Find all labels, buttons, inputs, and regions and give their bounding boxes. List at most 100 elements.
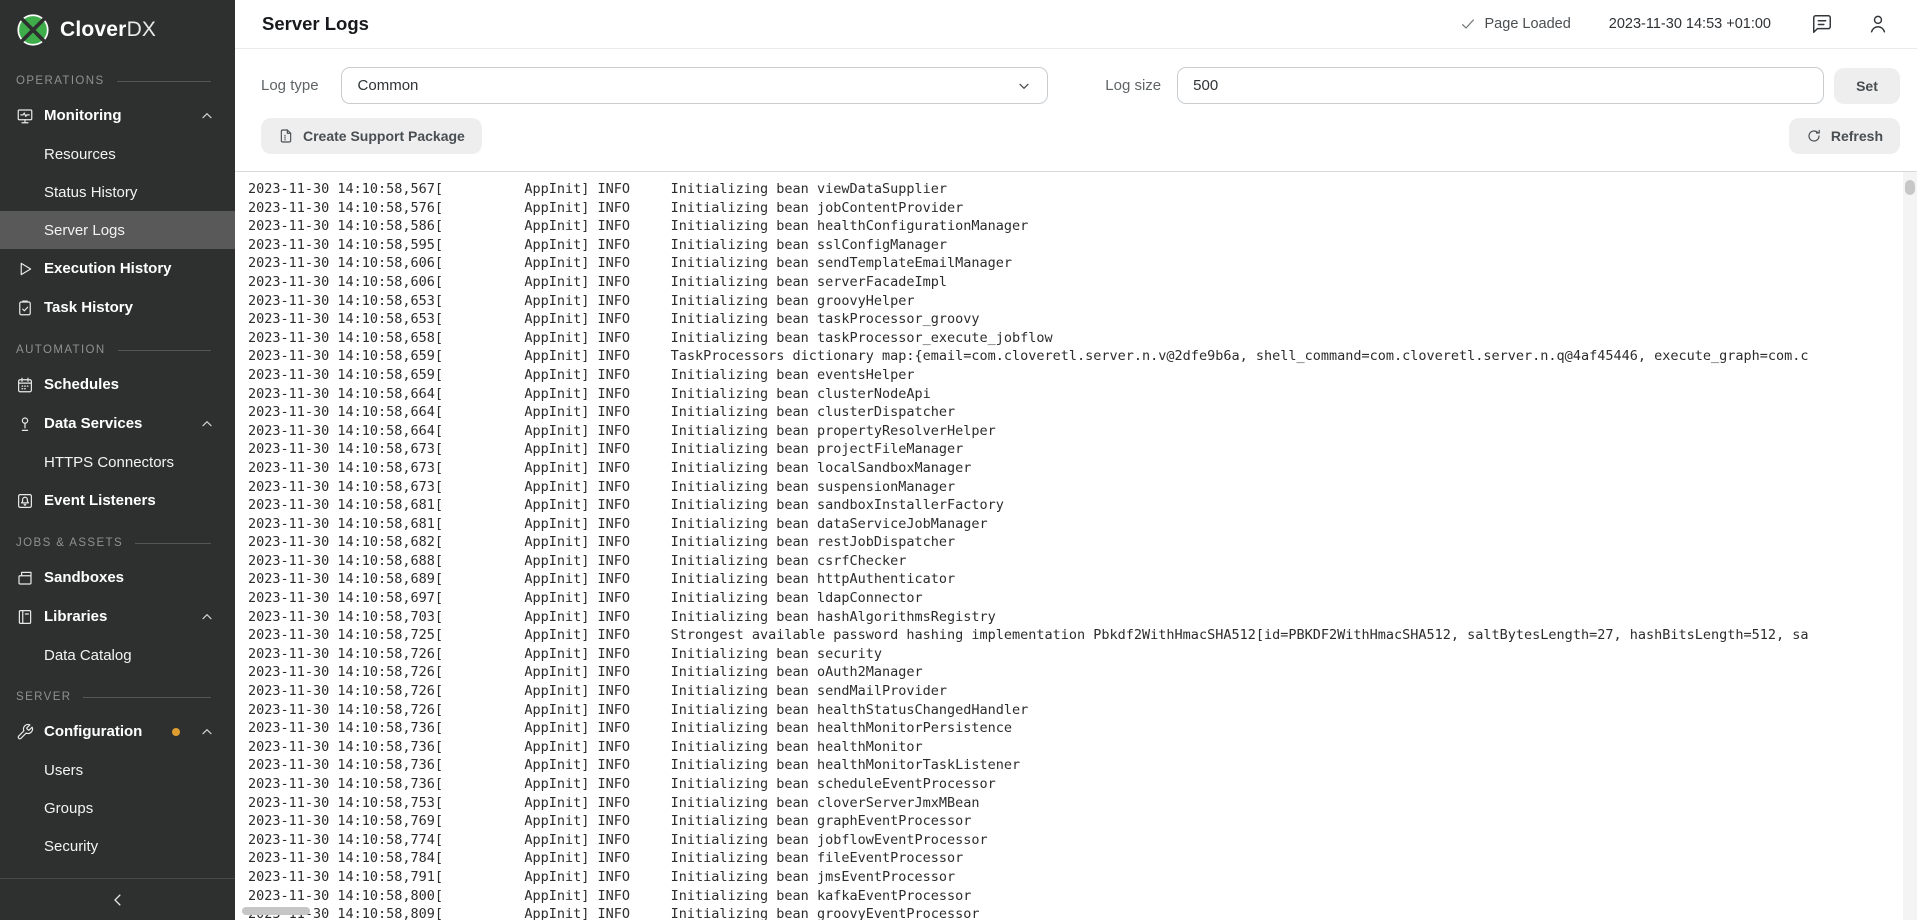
- log-line: 2023-11-30 14:10:58,736[ AppInit] INFO I…: [248, 775, 1903, 794]
- sidebar-item-sandboxes[interactable]: Sandboxes: [0, 558, 235, 597]
- sidebar-item-data-catalog[interactable]: Data Catalog: [0, 636, 235, 674]
- set-button[interactable]: Set: [1834, 68, 1900, 104]
- refresh-button[interactable]: Refresh: [1789, 118, 1900, 154]
- log-line: 2023-11-30 14:10:58,673[ AppInit] INFO I…: [248, 459, 1903, 478]
- refresh-label: Refresh: [1831, 128, 1883, 144]
- log-line: 2023-11-30 14:10:58,688[ AppInit] INFO I…: [248, 552, 1903, 571]
- section-label-jobs-assets: JOBS & ASSETS: [0, 531, 235, 555]
- create-support-package-label: Create Support Package: [303, 128, 465, 144]
- open-box-icon: [16, 569, 34, 587]
- page-title: Server Logs: [262, 13, 369, 35]
- log-viewer: 2023-11-30 14:10:58,567[ AppInit] INFO I…: [235, 172, 1917, 920]
- sidebar-item-groups[interactable]: Groups: [0, 789, 235, 827]
- sidebar-item-label: Groups: [44, 800, 93, 817]
- log-line: 2023-11-30 14:10:58,769[ AppInit] INFO I…: [248, 812, 1903, 831]
- sidebar-item-security[interactable]: Security: [0, 827, 235, 865]
- sidebar-item-libraries[interactable]: Libraries: [0, 597, 235, 636]
- check-icon: [1460, 16, 1476, 32]
- log-line: 2023-11-30 14:10:58,726[ AppInit] INFO I…: [248, 682, 1903, 701]
- log-line: 2023-11-30 14:10:58,595[ AppInit] INFO I…: [248, 236, 1903, 255]
- log-line: 2023-11-30 14:10:58,736[ AppInit] INFO I…: [248, 738, 1903, 757]
- wrench-icon: [16, 723, 34, 741]
- log-line: 2023-11-30 14:10:58,703[ AppInit] INFO I…: [248, 608, 1903, 627]
- chevron-down-icon: [1016, 78, 1032, 98]
- sidebar-item-data-services[interactable]: Data Services: [0, 404, 235, 443]
- log-line: 2023-11-30 14:10:58,800[ AppInit] INFO I…: [248, 887, 1903, 906]
- vertical-scrollbar[interactable]: [1903, 172, 1917, 920]
- feedback-icon[interactable]: [1811, 13, 1833, 35]
- log-type-value: Common: [358, 77, 419, 94]
- log-line: 2023-11-30 14:10:58,809[ AppInit] INFO I…: [248, 905, 1903, 920]
- sidebar-item-schedules[interactable]: Schedules: [0, 365, 235, 404]
- log-line: 2023-11-30 14:10:58,753[ AppInit] INFO I…: [248, 794, 1903, 813]
- sidebar-item-status-history[interactable]: Status History: [0, 173, 235, 211]
- log-line: 2023-11-30 14:10:58,664[ AppInit] INFO I…: [248, 422, 1903, 441]
- sidebar-item-label: Server Logs: [44, 222, 125, 239]
- sidebar-item-resources[interactable]: Resources: [0, 135, 235, 173]
- section-label-server: SERVER: [0, 685, 235, 709]
- sidebar-item-label: Status History: [44, 184, 137, 201]
- log-line: 2023-11-30 14:10:58,653[ AppInit] INFO I…: [248, 310, 1903, 329]
- log-line: 2023-11-30 14:10:58,726[ AppInit] INFO I…: [248, 645, 1903, 664]
- sidebar-item-label: Data Catalog: [44, 647, 132, 664]
- sidebar-item-monitoring[interactable]: Monitoring: [0, 96, 235, 135]
- log-line: 2023-11-30 14:10:58,726[ AppInit] INFO I…: [248, 701, 1903, 720]
- log-line: 2023-11-30 14:10:58,681[ AppInit] INFO I…: [248, 515, 1903, 534]
- horizontal-scrollbar-thumb[interactable]: [242, 907, 310, 915]
- chevron-up-icon: [199, 108, 215, 124]
- log-line: 2023-11-30 14:10:58,673[ AppInit] INFO I…: [248, 440, 1903, 459]
- pin-icon: [16, 415, 34, 433]
- calendar-icon: [16, 376, 34, 394]
- log-type-label: Log type: [261, 77, 319, 94]
- create-support-package-button[interactable]: Create Support Package: [261, 118, 482, 154]
- log-size-input[interactable]: [1177, 67, 1824, 104]
- sidebar-item-users[interactable]: Users: [0, 751, 235, 789]
- chevron-up-icon: [199, 724, 215, 740]
- page-status-label: Page Loaded: [1485, 16, 1571, 32]
- chevron-up-icon: [199, 416, 215, 432]
- log-line: 2023-11-30 14:10:58,664[ AppInit] INFO I…: [248, 403, 1903, 422]
- log-line: 2023-11-30 14:10:58,689[ AppInit] INFO I…: [248, 570, 1903, 589]
- log-line: 2023-11-30 14:10:58,659[ AppInit] INFO T…: [248, 347, 1903, 366]
- monitor-icon: [16, 107, 34, 125]
- notification-dot: [172, 728, 180, 736]
- log-line: 2023-11-30 14:10:58,653[ AppInit] INFO I…: [248, 292, 1903, 311]
- brand-logo: CloverDX: [0, 0, 235, 56]
- sidebar-item-label: Users: [44, 762, 83, 779]
- topbar: Server Logs Page Loaded 2023-11-30 14:53…: [235, 0, 1917, 49]
- vertical-scrollbar-thumb[interactable]: [1905, 180, 1915, 195]
- toolbar: Log type Common Log size Set Create Supp…: [235, 49, 1917, 172]
- main-content: Server Logs Page Loaded 2023-11-30 14:53…: [235, 0, 1917, 920]
- sidebar-item-configuration[interactable]: Configuration: [0, 712, 235, 751]
- file-zip-icon: [278, 128, 294, 144]
- log-line: 2023-11-30 14:10:58,725[ AppInit] INFO S…: [248, 626, 1903, 645]
- log-line: 2023-11-30 14:10:58,726[ AppInit] INFO I…: [248, 663, 1903, 682]
- log-line: 2023-11-30 14:10:58,586[ AppInit] INFO I…: [248, 217, 1903, 236]
- log-line: 2023-11-30 14:10:58,606[ AppInit] INFO I…: [248, 273, 1903, 292]
- sidebar-item-label: Security: [44, 838, 98, 855]
- section-label-automation: AUTOMATION: [0, 338, 235, 362]
- chevron-left-icon: [109, 891, 127, 909]
- log-line: 2023-11-30 14:10:58,658[ AppInit] INFO I…: [248, 329, 1903, 348]
- sidebar: CloverDX OPERATIONSMonitoringResourcesSt…: [0, 0, 235, 920]
- log-output: 2023-11-30 14:10:58,567[ AppInit] INFO I…: [235, 172, 1903, 920]
- play-icon: [16, 260, 34, 278]
- log-line: 2023-11-30 14:10:58,673[ AppInit] INFO I…: [248, 478, 1903, 497]
- sidebar-item-event-listeners[interactable]: Event Listeners: [0, 481, 235, 520]
- sidebar-item-task-history[interactable]: Task History: [0, 288, 235, 327]
- brand-name: CloverDX: [60, 18, 156, 42]
- log-line: 2023-11-30 14:10:58,791[ AppInit] INFO I…: [248, 868, 1903, 887]
- user-menu-icon[interactable]: [1867, 13, 1889, 35]
- log-line: 2023-11-30 14:10:58,736[ AppInit] INFO I…: [248, 756, 1903, 775]
- sidebar-item-label: Resources: [44, 146, 116, 163]
- sidebar-item-secret-managers[interactable]: Secret Managers: [0, 865, 235, 878]
- log-type-select[interactable]: Common: [341, 67, 1049, 104]
- book-icon: [16, 608, 34, 626]
- sidebar-item-https-connectors[interactable]: HTTPS Connectors: [0, 443, 235, 481]
- page-status: Page Loaded: [1460, 16, 1571, 32]
- sidebar-item-execution-history[interactable]: Execution History: [0, 249, 235, 288]
- log-line: 2023-11-30 14:10:58,606[ AppInit] INFO I…: [248, 254, 1903, 273]
- bell-square-icon: [16, 492, 34, 510]
- sidebar-item-server-logs[interactable]: Server Logs: [0, 211, 235, 249]
- sidebar-collapse-button[interactable]: [0, 878, 235, 920]
